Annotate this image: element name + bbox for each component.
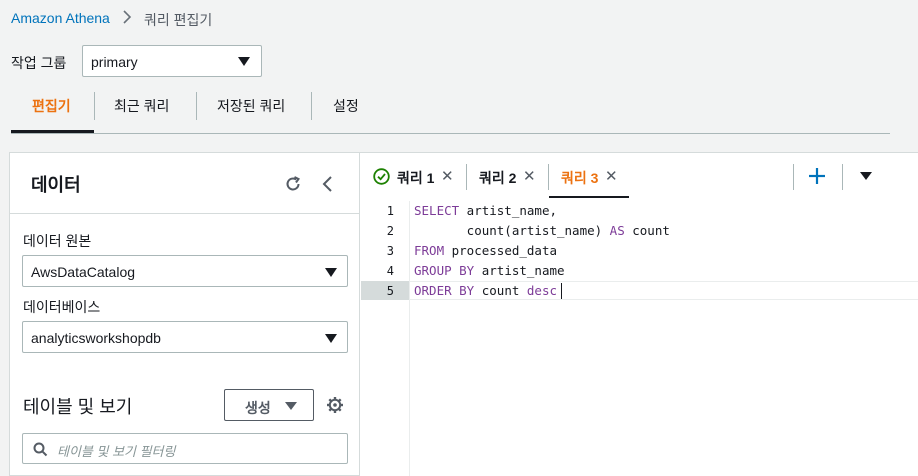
create-button-label: 생성 [245,400,271,416]
caret-down-icon [238,57,250,66]
data-panel-title: 데이터 [31,175,81,195]
collapse-panel-icon[interactable] [318,174,338,194]
sql-keyword: GROUP BY [414,263,475,278]
workgroup-value: primary [91,54,138,70]
data-source-label: 데이터 원본 [23,233,92,249]
workgroup-select[interactable]: primary [82,45,262,77]
filter-placeholder: 테이블 및 보기 필터링 [57,444,176,459]
database-value: analyticsworkshopdb [31,330,161,346]
sql-keyword: FROM [414,243,445,258]
query-editor-panel [360,152,918,476]
sql-text: artist_name [474,263,565,278]
caret-down-icon [325,334,337,343]
close-icon[interactable]: ✕ [605,167,618,185]
gear-icon[interactable] [326,396,344,414]
breadcrumb-current: 쿼리 편집기 [144,12,213,28]
tab-divider [94,92,95,120]
tab-editor[interactable]: 편집기 [32,96,71,116]
success-check-icon [373,168,390,185]
tab-settings[interactable]: 설정 [333,96,359,116]
caret-down-icon [285,402,297,410]
sql-keyword: AS [609,223,625,238]
text-cursor [561,283,562,299]
caret-down-icon [325,268,337,277]
search-icon [33,442,48,457]
workgroup-label: 작업 그룹 [11,55,67,71]
line-number: 1 [386,204,394,218]
line-number: 4 [386,264,394,278]
tab-divider [196,92,197,120]
tabs-baseline [11,133,890,134]
line-number: 3 [386,244,394,258]
data-source-select[interactable]: AwsDataCatalog [22,255,348,287]
database-label: 데이터베이스 [23,299,101,315]
sql-keyword: SELECT [414,203,460,218]
close-icon[interactable]: ✕ [523,167,536,185]
query-tab-3[interactable]: 쿼리 3 [561,168,598,188]
active-tab-indicator [11,130,94,133]
code-line[interactable]: GROUP BY artist_name [414,263,565,278]
sql-keyword: desc [526,283,558,298]
tables-views-title: 테이블 및 보기 [23,397,133,417]
sql-text: count [624,223,670,238]
query-tab-divider [793,164,794,190]
database-select[interactable]: analyticsworkshopdb [22,321,348,353]
code-line[interactable]: FROM processed_data [414,243,557,258]
sql-text: count(artist_name) [414,223,610,238]
refresh-icon[interactable] [283,174,303,194]
create-button[interactable]: 생성 [224,389,314,421]
tables-filter-input[interactable]: 테이블 및 보기 필터링 [22,433,348,464]
sql-text: processed_data [444,243,557,258]
tabs-menu-caret-icon[interactable] [860,172,872,180]
query-tab-2[interactable]: 쿼리 2 [479,168,516,188]
code-line[interactable]: SELECT artist_name, [414,203,557,218]
tab-divider [311,92,312,120]
query-tab-divider [466,164,467,190]
code-line[interactable]: count(artist_name) AS count [414,223,670,238]
breadcrumb-athena-link[interactable]: Amazon Athena [11,10,110,26]
sql-keyword: ORDER BY [414,283,475,298]
line-number: 5 [386,284,394,298]
line-number: 2 [386,224,394,238]
line-number-gutter [361,201,410,476]
tab-recent-queries[interactable]: 최근 쿼리 [114,96,169,116]
tab-saved-queries[interactable]: 저장된 쿼리 [217,96,285,116]
sql-text: artist_name, [459,203,557,218]
query-tab-divider [548,164,549,190]
panel-header-divider [9,213,360,214]
data-source-value: AwsDataCatalog [31,264,136,280]
chevron-right-icon [123,10,132,24]
active-query-tab-indicator [549,196,629,198]
sql-text: count [474,283,527,298]
add-query-icon[interactable] [807,166,827,186]
code-line[interactable]: ORDER BY count desc [414,283,557,298]
close-icon[interactable]: ✕ [441,167,454,185]
query-tab-divider [842,164,843,190]
query-tab-1[interactable]: 쿼리 1 [397,168,434,188]
